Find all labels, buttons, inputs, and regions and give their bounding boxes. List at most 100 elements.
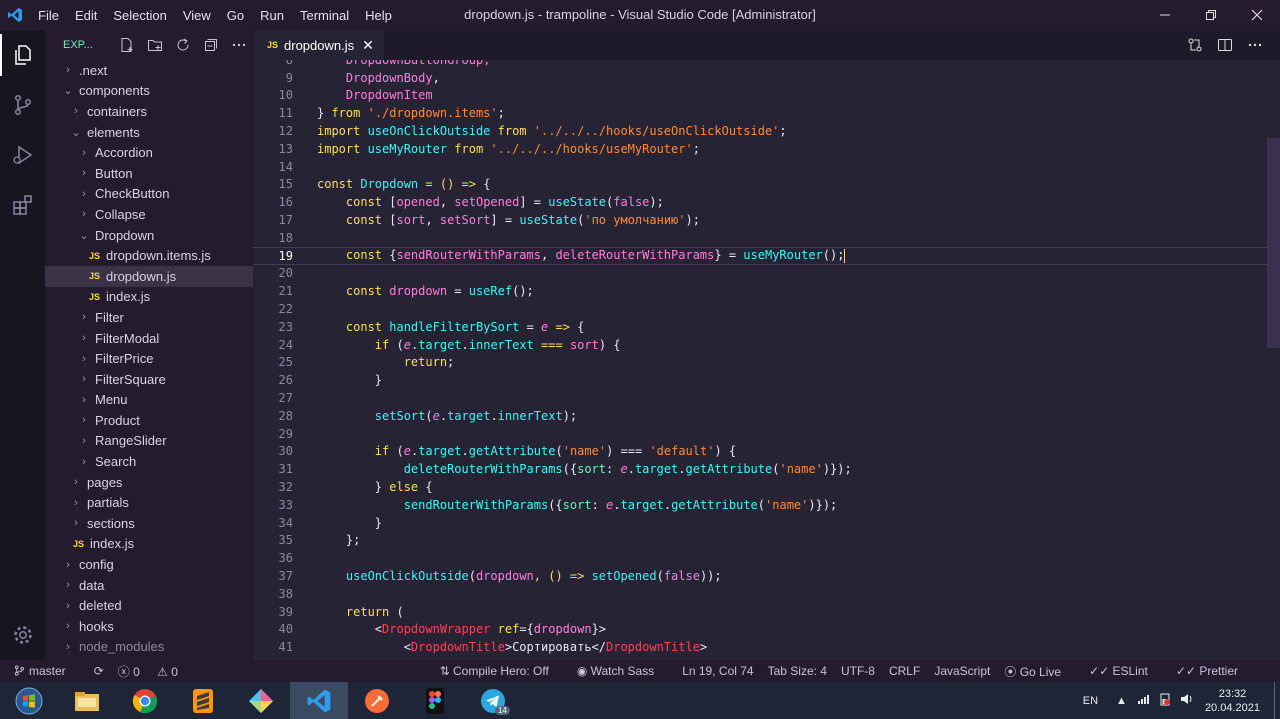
code-token: (); <box>512 284 534 299</box>
tree-folder-item[interactable]: › Search <box>45 451 253 472</box>
tree-folder-item[interactable]: › Filter <box>45 307 253 328</box>
open-changes-icon[interactable] <box>1180 37 1210 53</box>
tree-file-item[interactable]: JS dropdown.items.js <box>45 245 253 266</box>
menu-file[interactable]: File <box>30 8 67 23</box>
chrome-taskbar-icon[interactable] <box>116 682 174 719</box>
encoding[interactable]: UTF-8 <box>841 664 875 678</box>
more-actions-icon[interactable] <box>225 37 253 53</box>
code-token: opened <box>396 195 440 210</box>
start-button[interactable] <box>0 682 58 719</box>
tree-folder-item[interactable]: › Product <box>45 410 253 431</box>
go-live-button[interactable]: ⦿ Go Live <box>1004 663 1075 680</box>
menu-terminal[interactable]: Terminal <box>292 8 357 23</box>
tree-folder-item[interactable]: › .next <box>45 60 253 81</box>
clock[interactable]: 23:32 20.04.2021 <box>1205 687 1260 715</box>
tree-folder-item[interactable]: › FilterPrice <box>45 348 253 369</box>
split-editor-icon[interactable] <box>1210 37 1240 53</box>
source-control-icon[interactable] <box>0 80 45 130</box>
branch-indicator[interactable]: master <box>14 664 80 678</box>
line-code: const dropdown = useRef(); <box>293 284 534 298</box>
vertical-scrollbar[interactable] <box>1267 60 1280 660</box>
tree-file-item[interactable]: JS index.js <box>45 287 253 308</box>
line-ending[interactable]: CRLF <box>889 664 920 678</box>
code-token: './dropdown.items' <box>367 106 498 121</box>
battery-alert-icon[interactable] <box>1159 692 1171 709</box>
tree-folder-item[interactable]: › CheckButton <box>45 184 253 205</box>
menu-edit[interactable]: Edit <box>67 8 105 23</box>
vscode-taskbar-icon[interactable] <box>290 682 348 719</box>
problems-indicator[interactable]: ⓧ 0 ⚠ 0 <box>118 663 192 680</box>
tree-folder-item[interactable]: › FilterSquare <box>45 369 253 390</box>
run-debug-icon[interactable] <box>0 130 45 180</box>
chevron-right-icon: › <box>66 620 70 633</box>
tree-folder-item[interactable]: › config <box>45 554 253 575</box>
gitkraken-taskbar-icon[interactable] <box>232 682 290 719</box>
scrollbar-thumb[interactable] <box>1267 138 1280 348</box>
close-button[interactable] <box>1234 0 1280 30</box>
editor-more-icon[interactable] <box>1240 37 1270 53</box>
figma-taskbar-icon[interactable] <box>406 682 464 719</box>
tab-dropdown-js[interactable]: JS dropdown.js ✕ <box>253 30 384 60</box>
settings-gear-icon[interactable] <box>0 610 45 660</box>
tree-folder-item[interactable]: › FilterModal <box>45 328 253 349</box>
code-line-partial: 8 DropdownButtonGroup, <box>253 60 1267 69</box>
tree-folder-item[interactable]: › partials <box>45 492 253 513</box>
new-file-icon[interactable] <box>113 37 141 53</box>
tree-file-item[interactable]: JS dropdown.js <box>45 265 253 287</box>
minimize-button[interactable] <box>1142 0 1188 30</box>
line-number: 41 <box>278 640 293 655</box>
line-number: 9 <box>285 70 293 85</box>
volume-icon[interactable] <box>1179 692 1195 709</box>
tree-folder-item[interactable]: › deleted <box>45 595 253 616</box>
cursor-position[interactable]: Ln 19, Col 74 <box>682 664 753 678</box>
tree-folder-item[interactable]: ⌄ Dropdown <box>45 225 253 246</box>
show-desktop-button[interactable] <box>1274 682 1280 719</box>
tree-folder-item[interactable]: › containers <box>45 101 253 122</box>
chevron-right-icon: › <box>82 352 86 365</box>
file-explorer-taskbar-icon[interactable] <box>58 682 116 719</box>
tree-folder-item[interactable]: › sections <box>45 513 253 534</box>
tree-folder-item[interactable]: › node_modules <box>45 637 253 658</box>
sublime-text-taskbar-icon[interactable] <box>174 682 232 719</box>
tree-file-item[interactable]: JS index.js <box>45 534 253 555</box>
tree-folder-item[interactable]: › Collapse <box>45 204 253 225</box>
tree-folder-item[interactable]: ⌄ elements <box>45 122 253 143</box>
tab-size[interactable]: Tab Size: 4 <box>768 664 827 678</box>
watch-sass-button[interactable]: ◉ Watch Sass <box>577 664 668 678</box>
tree-folder-item[interactable]: › hooks <box>45 616 253 637</box>
tree-folder-item[interactable]: › Menu <box>45 390 253 411</box>
telegram-taskbar-icon[interactable]: 14 <box>464 682 522 719</box>
code-editor[interactable]: 8 DropdownButtonGroup, 9 DropdownBody,10… <box>253 60 1280 660</box>
close-tab-icon[interactable]: ✕ <box>362 37 374 54</box>
line-code: } <box>293 373 382 387</box>
explorer-icon[interactable] <box>0 30 45 80</box>
sync-icon[interactable]: ⟳ <box>94 664 104 678</box>
tree-folder-item[interactable]: › data <box>45 575 253 596</box>
code-token: e <box>620 462 628 477</box>
code-line: 29 <box>253 425 1267 443</box>
menu-view[interactable]: View <box>175 8 219 23</box>
tree-folder-item[interactable]: › pages <box>45 472 253 493</box>
menu-selection[interactable]: Selection <box>105 8 174 23</box>
menu-run[interactable]: Run <box>252 8 292 23</box>
tree-folder-item[interactable]: › RangeSlider <box>45 431 253 452</box>
tree-folder-item[interactable]: › Accordion <box>45 142 253 163</box>
refresh-icon[interactable] <box>169 37 197 53</box>
language-mode[interactable]: JavaScript <box>934 664 990 678</box>
network-icon[interactable] <box>1137 693 1151 708</box>
show-hidden-icons-icon[interactable]: ▲ <box>1116 695 1127 707</box>
new-folder-icon[interactable] <box>141 37 169 53</box>
code-token: innerText <box>497 408 563 423</box>
menu-go[interactable]: Go <box>219 8 252 23</box>
maximize-button[interactable] <box>1188 0 1234 30</box>
compile-hero-status[interactable]: ⇅ Compile Hero: Off <box>440 664 563 678</box>
prettier-status[interactable]: ✓✓ Prettier <box>1176 664 1252 678</box>
tree-folder-item[interactable]: › Button <box>45 163 253 184</box>
input-language[interactable]: EN <box>1083 695 1098 707</box>
menu-help[interactable]: Help <box>357 8 400 23</box>
extensions-icon[interactable] <box>0 180 45 230</box>
eslint-status[interactable]: ✓✓ ESLint <box>1089 664 1162 678</box>
tree-folder-item[interactable]: ⌄ components <box>45 81 253 102</box>
postman-taskbar-icon[interactable] <box>348 682 406 719</box>
collapse-all-icon[interactable] <box>197 37 225 53</box>
